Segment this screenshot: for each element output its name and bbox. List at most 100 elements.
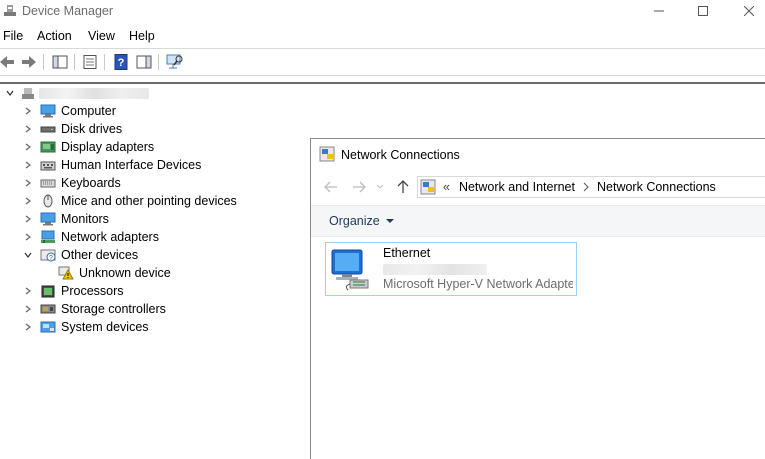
other-devices-icon: ? (40, 248, 56, 262)
menu-action[interactable]: Action (37, 29, 72, 43)
network-connections-icon (319, 146, 335, 162)
tree-item-human-interface-devices[interactable]: Human Interface Devices (22, 156, 201, 174)
menu-file[interactable]: File (3, 29, 23, 43)
tree-item-display-adapters[interactable]: Display adapters (22, 138, 154, 156)
chevron-down-icon[interactable] (22, 249, 34, 261)
dropdown-arrow-icon (385, 219, 394, 223)
maximize-button[interactable] (680, 0, 726, 22)
ethernet-adapter-item[interactable]: Ethernet Microsoft Hyper-V Network Adapt… (325, 242, 577, 296)
nc-forward-button[interactable] (351, 179, 367, 195)
unknown-device-label: Unknown device (79, 266, 171, 280)
chevron-right-icon[interactable] (22, 159, 34, 171)
tree-item-label: Human Interface Devices (61, 158, 202, 172)
tree-item-unknown-device[interactable]: Unknown device (58, 264, 171, 282)
system-devices-icon (40, 320, 56, 334)
tree-item-disk-drives[interactable]: Disk drives (22, 120, 122, 138)
chevron-right-icon[interactable] (22, 177, 34, 189)
tree-item-label: Keyboards (61, 176, 121, 190)
network-window-title: Network Connections (341, 148, 460, 162)
chevron-right-icon (583, 182, 589, 192)
tree-item-processors[interactable]: Processors (22, 282, 124, 300)
chevron-right-icon[interactable] (22, 141, 34, 153)
organize-label: Organize (329, 214, 380, 228)
tree-item-label: System devices (61, 320, 149, 334)
help-icon: ? (114, 54, 128, 70)
tree-item-storage-controllers[interactable]: Storage controllers (22, 300, 166, 318)
chevron-right-icon[interactable] (22, 231, 34, 243)
tree-item-label: Monitors (61, 212, 109, 226)
forward-button[interactable] (19, 52, 39, 72)
chevron-down-icon[interactable] (4, 87, 16, 99)
menu-help[interactable]: Help (129, 29, 155, 43)
chevron-right-icon[interactable] (22, 123, 34, 135)
tree-item-system-devices[interactable]: System devices (22, 318, 149, 336)
chevron-right-icon[interactable] (22, 105, 34, 117)
adapter-description: Microsoft Hyper-V Network Adapter (383, 277, 573, 291)
tree-item-network-adapters[interactable]: Network adapters (22, 228, 159, 246)
nc-back-button[interactable] (323, 179, 339, 195)
ethernet-adapter-icon (331, 249, 369, 291)
tree-item-keyboards[interactable]: Keyboards (22, 174, 121, 192)
back-button[interactable] (0, 52, 17, 72)
host-name-redacted (39, 87, 149, 99)
tree-item-label: Computer (61, 104, 116, 118)
menu-view[interactable]: View (88, 29, 115, 43)
tree-item-label: Storage controllers (61, 302, 166, 316)
forward-arrow-icon (353, 181, 366, 193)
monitor-icon (40, 212, 56, 226)
minimize-button[interactable] (636, 0, 682, 22)
console-tree-icon (52, 55, 68, 69)
title-bar: Device Manager (0, 0, 765, 24)
back-arrow-icon (324, 181, 337, 193)
breadcrumb-network-connections[interactable]: Network Connections (597, 180, 716, 194)
breadcrumb-network-and-internet[interactable]: Network and Internet (459, 180, 575, 194)
help-button[interactable]: ? (111, 52, 131, 72)
chevron-right-icon[interactable] (22, 285, 34, 297)
breadcrumb-overflow[interactable]: « (443, 180, 450, 194)
chevron-right-icon[interactable] (22, 213, 34, 225)
action-pane-icon (136, 55, 152, 69)
tree-item-mice-and-other-pointing-devices[interactable]: Mice and other pointing devices (22, 192, 237, 210)
chevron-right-icon[interactable] (22, 321, 34, 333)
svg-text:?: ? (118, 57, 125, 69)
disk-drive-icon (40, 122, 56, 136)
device-manager-icon (4, 5, 16, 16)
organize-button[interactable]: Organize (329, 214, 395, 228)
network-window-title-bar: Network Connections (311, 139, 765, 169)
tree-item-other-devices[interactable]: ? Other devices (22, 246, 138, 264)
network-connections-icon (420, 179, 436, 195)
tree-item-label: Other devices (61, 248, 139, 262)
command-bar: Organize (311, 205, 765, 237)
processor-icon (40, 284, 56, 298)
chevron-right-icon[interactable] (22, 303, 34, 315)
svg-text:?: ? (49, 255, 53, 262)
adapter-status-redacted (383, 264, 487, 275)
tree-item-label: Processors (61, 284, 124, 298)
close-icon (744, 6, 754, 16)
toolbar-separator (43, 54, 44, 70)
toolbar: ? (0, 48, 765, 76)
forward-arrow-icon (22, 56, 36, 68)
up-button[interactable] (395, 179, 411, 195)
toolbar-separator (104, 54, 105, 70)
close-button[interactable] (726, 0, 765, 22)
scan-hardware-changes-button[interactable] (165, 52, 185, 72)
tree-item-label: Network adapters (61, 230, 159, 244)
tree-item-label: Mice and other pointing devices (61, 194, 237, 208)
recent-locations-button[interactable] (375, 179, 385, 195)
tree-item-label: Display adapters (61, 140, 155, 154)
network-adapter-icon (40, 230, 56, 244)
properties-button[interactable] (80, 52, 100, 72)
hid-icon (40, 158, 56, 172)
toolbar-separator (74, 54, 75, 70)
show-hide-action-pane-button[interactable] (134, 52, 154, 72)
keyboard-icon (40, 176, 56, 190)
tree-root-host[interactable] (4, 84, 149, 102)
show-hide-console-tree-button[interactable] (50, 52, 70, 72)
menu-bar: File Action View Help (0, 26, 765, 46)
tree-item-computer[interactable]: Computer (22, 102, 116, 120)
tree-item-monitors[interactable]: Monitors (22, 210, 109, 228)
mouse-icon (40, 194, 56, 208)
address-box[interactable]: « Network and Internet Network Connectio… (417, 176, 765, 198)
chevron-right-icon[interactable] (22, 195, 34, 207)
